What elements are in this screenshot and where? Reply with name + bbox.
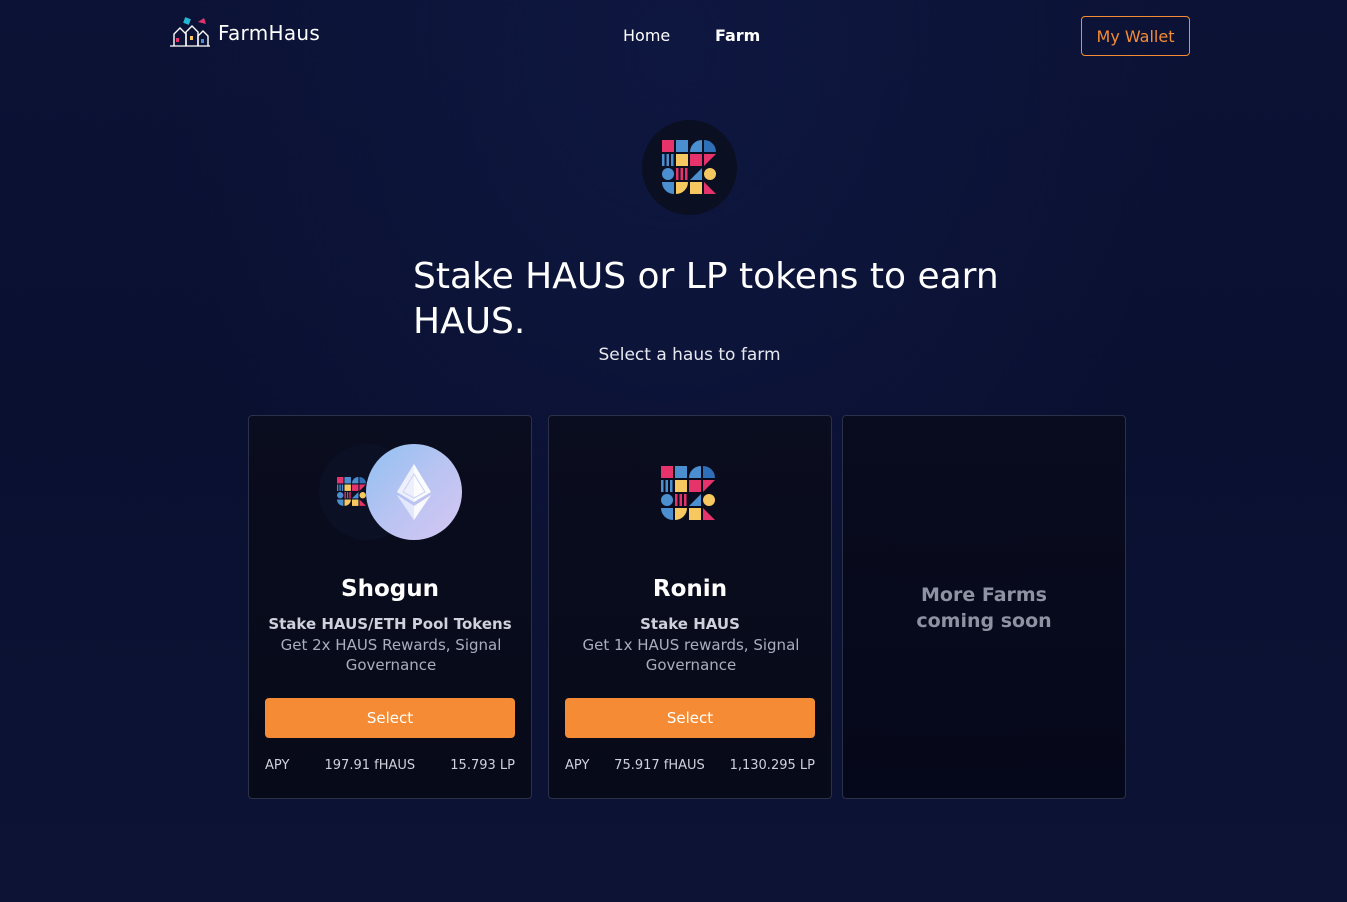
haus-token-icon [661, 466, 717, 526]
farm-title: Shogun [341, 576, 439, 602]
page-headline: Stake HAUS or LP tokens to earn HAUS. [413, 256, 999, 342]
farm-stats: APY 75.917 fHAUS 1,130.295 LP [565, 758, 815, 773]
eth-token-icon [366, 444, 462, 540]
nav-home-link[interactable]: Home [623, 26, 670, 45]
farm-stake-label: Stake HAUS [640, 615, 740, 633]
apy-label: APY [265, 758, 290, 773]
farm-title: Ronin [652, 576, 728, 602]
farm-card-coming-soon: More Farms coming soon [842, 415, 1126, 799]
select-ronin-button[interactable]: Select [565, 698, 815, 738]
top-nav: FarmHaus Home Farm My Wallet [0, 0, 1347, 72]
farm-description: Get 1x HAUS rewards, Signal Governance [582, 636, 800, 674]
select-shogun-button[interactable]: Select [265, 698, 515, 738]
reward-value: 197.91 fHAUS [324, 758, 416, 773]
brand-name: FarmHaus [218, 21, 321, 45]
brand-logo[interactable]: FarmHaus [170, 16, 320, 50]
apy-label: APY [565, 758, 590, 773]
farm-card-shogun: Shogun Stake HAUS/ETH Pool Tokens Get 2x… [248, 415, 532, 799]
reward-value: 75.917 fHAUS [614, 758, 705, 773]
page-subheading: Select a haus to farm [598, 345, 781, 365]
farm-description: Get 2x HAUS Rewards, Signal Governance [280, 636, 502, 674]
haus-hero-icon [642, 120, 737, 215]
farm-card-ronin: Ronin Stake HAUS Get 1x HAUS rewards, Si… [548, 415, 832, 799]
farmhaus-logo-icon [170, 17, 210, 47]
nav-farm-link[interactable]: Farm [715, 26, 760, 45]
lp-value: 1,130.295 LP [729, 758, 815, 773]
lp-value: 15.793 LP [450, 758, 515, 773]
coming-soon-text: More Farms coming soon [916, 584, 1052, 632]
farm-stats: APY 197.91 fHAUS 15.793 LP [265, 758, 515, 773]
farm-stake-label: Stake HAUS/ETH Pool Tokens [268, 615, 512, 633]
my-wallet-button[interactable]: My Wallet [1081, 16, 1190, 56]
